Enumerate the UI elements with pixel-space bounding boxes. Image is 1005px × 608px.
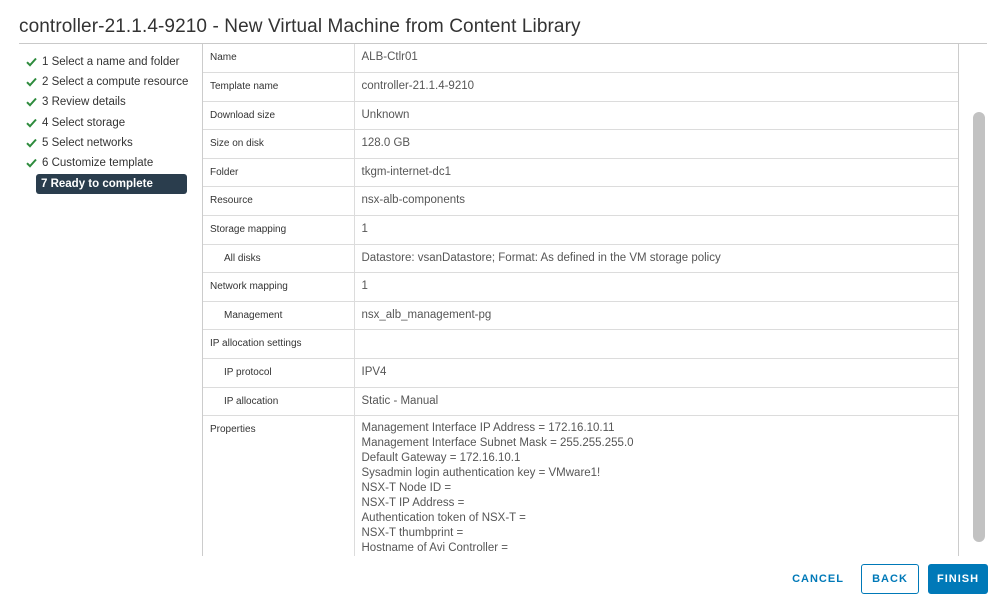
property-line: NSX-T IP Address = <box>361 497 465 510</box>
row-key: Storage mapping <box>203 215 355 245</box>
table-row: Folder tkgm-internet-dc1 <box>203 158 958 188</box>
property-line: Authentication token of NSX-T = <box>361 512 526 525</box>
table-row: Management nsx_alb_management-pg <box>203 301 958 331</box>
row-key: Download size <box>203 101 355 131</box>
step-select-networks[interactable]: 5 Select networks <box>22 133 190 153</box>
table-row: Name ALB-Ctlr01 <box>203 44 958 74</box>
table-row: IP allocation Static - Manual <box>203 387 958 417</box>
property-line: NSX-T Node ID = <box>361 482 452 495</box>
row-key: All disks <box>203 244 355 274</box>
table-row: Template name controller-21.1.4-9210 <box>203 72 958 102</box>
table-row: Resource nsx-alb-components <box>203 186 958 217</box>
row-key: Properties <box>203 415 355 556</box>
property-line: Management Interface Subnet Mask = 255.2… <box>361 437 634 450</box>
check-icon <box>24 95 38 109</box>
check-icon <box>24 156 38 170</box>
step-ready-to-complete[interactable]: 7 Ready to complete <box>36 173 187 194</box>
step-select-storage[interactable]: 4 Select storage <box>22 113 190 133</box>
property-line: Management Interface IP Address = 172.16… <box>361 422 615 435</box>
check-icon <box>24 136 38 150</box>
step-label: 4 Select storage <box>42 116 126 129</box>
step-review-details[interactable]: 3 Review details <box>22 92 190 112</box>
table-row: Network mapping 1 <box>203 272 958 302</box>
step-label: 2 Select a compute resource <box>42 76 189 89</box>
row-key: IP allocation settings <box>203 329 355 360</box>
table-row: Download size Unknown <box>203 101 958 131</box>
cancel-button[interactable]: CANCEL <box>784 564 852 594</box>
row-key: Folder <box>203 158 355 188</box>
step-label: 5 Select networks <box>42 136 133 149</box>
row-key: Network mapping <box>203 272 355 302</box>
property-line: NSX-T thumbprint = <box>361 527 464 540</box>
step-label: 6 Customize template <box>42 156 154 169</box>
check-icon <box>24 55 38 69</box>
row-key: Management <box>203 301 355 331</box>
row-value: 1 <box>354 215 958 245</box>
property-line: Hostname of Avi Controller = <box>361 542 509 555</box>
row-key: IP allocation <box>203 387 355 417</box>
review-table-container: Name ALB-Ctlr01 Template name controller… <box>202 44 959 556</box>
step-label: 3 Review details <box>42 96 126 109</box>
table-row: Size on disk 128.0 GB <box>203 129 958 159</box>
row-value: nsx-alb-components <box>354 186 958 217</box>
finish-button[interactable]: FINISH <box>928 564 988 594</box>
table-row: IP protocol IPV4 <box>203 358 958 388</box>
row-key: Template name <box>203 72 355 102</box>
property-line: Sysadmin login authentication key = VMwa… <box>361 467 601 480</box>
row-key: Resource <box>203 186 355 217</box>
row-key: Name <box>203 44 355 74</box>
table-row: IP allocation settings <box>203 329 958 360</box>
step-label: 7 Ready to complete <box>41 177 153 190</box>
wizard-steps: 1 Select a name and folder 2 Select a co… <box>22 52 190 194</box>
row-value: Datastore: vsanDatastore; Format: As def… <box>354 244 958 274</box>
row-value: 128.0 GB <box>354 129 958 159</box>
step-label: 1 Select a name and folder <box>42 56 180 68</box>
row-key: Size on disk <box>203 129 355 159</box>
properties-list: Management Interface IP Address = 172.16… <box>354 415 958 556</box>
property-line: Default Gateway = 172.16.10.1 <box>361 452 521 465</box>
review-table: Name ALB-Ctlr01 Template name controller… <box>203 44 958 556</box>
row-value: tkgm-internet-dc1 <box>354 158 958 188</box>
row-value: IPV4 <box>354 358 958 388</box>
step-customize-template[interactable]: 6 Customize template <box>22 153 190 173</box>
row-value: controller-21.1.4-9210 <box>354 72 958 102</box>
row-value: nsx_alb_management-pg <box>354 301 958 331</box>
step-select-name-folder[interactable]: 1 Select a name and folder <box>22 52 190 72</box>
scrollbar-thumb[interactable] <box>973 112 985 542</box>
row-value: 1 <box>354 272 958 302</box>
row-value: ALB-Ctlr01 <box>354 44 958 74</box>
table-row-properties: Properties Management Interface IP Addre… <box>203 415 958 556</box>
check-icon <box>24 75 38 89</box>
step-select-compute-resource[interactable]: 2 Select a compute resource <box>22 72 190 92</box>
row-value: Unknown <box>354 101 958 131</box>
table-row: Storage mapping 1 <box>203 215 958 245</box>
dialog-title: controller-21.1.4-9210 - New Virtual Mac… <box>19 16 581 37</box>
row-value <box>354 329 958 360</box>
table-row: All disks Datastore: vsanDatastore; Form… <box>203 244 958 274</box>
check-icon <box>24 116 38 130</box>
back-button[interactable]: BACK <box>861 564 919 594</box>
row-key: IP protocol <box>203 358 355 388</box>
row-value: Static - Manual <box>354 387 958 417</box>
